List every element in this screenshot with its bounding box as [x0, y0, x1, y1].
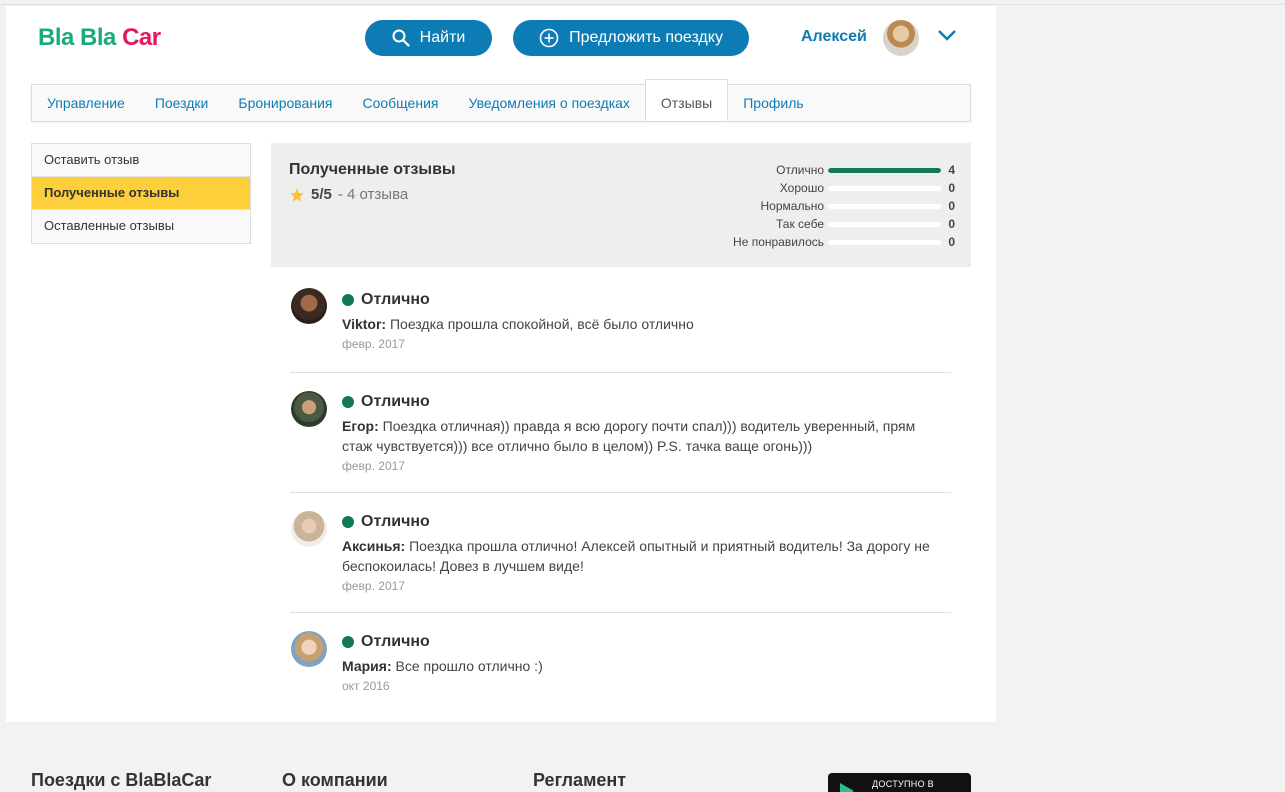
reviewer-avatar[interactable]: [291, 631, 327, 667]
search-icon: [392, 29, 410, 47]
review-date: окт 2016: [342, 679, 390, 693]
reviews-list: Отлично Viktor: Поездка прошла спокойной…: [290, 280, 951, 713]
tab-ride-alerts[interactable]: Уведомления о поездках: [453, 85, 644, 121]
offer-ride-button[interactable]: Предложить поездку: [513, 20, 749, 56]
distribution-count: 0: [948, 217, 955, 231]
rating-dot-icon: [342, 294, 354, 306]
review-author[interactable]: Аксинья:: [342, 538, 405, 554]
review-item: Отлично Viktor: Поездка прошла спокойной…: [290, 280, 951, 373]
offer-ride-label: Предложить поездку: [569, 29, 723, 46]
distribution-label: Отлично: [776, 163, 824, 177]
tab-reviews[interactable]: Отзывы: [644, 79, 729, 121]
distribution-bar: [828, 203, 941, 209]
distribution-count: 0: [948, 199, 955, 213]
star-icon: [290, 187, 304, 202]
sidebar-item-given-reviews[interactable]: Оставленные отзывы: [32, 210, 250, 243]
review-author[interactable]: Viktor:: [342, 316, 386, 332]
footer-heading-rules: Регламент: [533, 770, 627, 790]
review-author[interactable]: Мария:: [342, 658, 392, 674]
distribution-count: 0: [948, 235, 955, 249]
review-count: - 4 отзыва: [337, 186, 409, 203]
tab-profile[interactable]: Профиль: [728, 85, 818, 121]
review-text: Viktor: Поездка прошла спокойной, всё бы…: [342, 316, 694, 332]
review-author[interactable]: Егор:: [342, 418, 379, 434]
distribution-count: 0: [948, 181, 955, 195]
distribution-count: 4: [948, 163, 955, 177]
store-badge-label: ДОСТУПНО В: [872, 779, 934, 789]
distribution-label: Так себе: [776, 217, 824, 231]
review-rating: Отлично: [361, 633, 430, 650]
rating-distribution: Отлично 4 Хорошо 0 Нормально 0 Так себе …: [733, 161, 955, 251]
rating-dot-icon: [342, 516, 354, 528]
tab-messages[interactable]: Сообщения: [347, 85, 453, 121]
play-store-icon: [840, 783, 854, 792]
reviewer-avatar[interactable]: [291, 391, 327, 427]
reviews-sidebar: Оставить отзыв Полученные отзывы Оставле…: [31, 143, 251, 244]
review-date: февр. 2017: [342, 337, 405, 351]
review-text: Мария: Все прошло отлично :): [342, 658, 543, 674]
account-tabs: Управление Поездки Бронирования Сообщени…: [31, 79, 971, 122]
distribution-bar: [828, 185, 941, 191]
sidebar-item-leave-review[interactable]: Оставить отзыв: [32, 144, 250, 177]
rating-dot-icon: [342, 396, 354, 408]
reviewer-avatar[interactable]: [291, 511, 327, 547]
footer-heading-about: О компании: [282, 770, 388, 790]
average-rating: 5/5 - 4 отзыва: [289, 186, 408, 203]
distribution-row: Так себе 0: [733, 215, 955, 233]
reviews-summary: Полученные отзывы 5/5 - 4 отзыва Отлично…: [271, 143, 971, 267]
distribution-row: Нормально 0: [733, 197, 956, 215]
footer-heading-rides: Поездки с BlaBlaCar: [31, 770, 212, 790]
tab-rides[interactable]: Поездки: [140, 85, 224, 121]
distribution-label: Нормально: [760, 199, 825, 213]
search-button[interactable]: Найти: [365, 20, 492, 56]
distribution-row: Хорошо 0: [733, 179, 955, 197]
tab-bookings[interactable]: Бронирования: [223, 85, 347, 121]
review-date: февр. 2017: [342, 579, 405, 593]
distribution-bar: [828, 221, 941, 227]
rating-dot-icon: [342, 636, 354, 648]
review-text: Аксинья: Поездка прошла отлично! Алексей…: [342, 538, 930, 574]
reviewer-avatar[interactable]: [291, 288, 327, 324]
search-button-label: Найти: [419, 29, 466, 46]
distribution-row: Отлично 4: [733, 161, 955, 179]
tab-management[interactable]: Управление: [32, 85, 140, 121]
review-date: февр. 2017: [342, 459, 405, 473]
chevron-down-icon[interactable]: [937, 28, 957, 42]
distribution-fill: [828, 167, 941, 173]
distribution-label: Хорошо: [779, 181, 824, 195]
user-name[interactable]: Алексей: [801, 28, 867, 46]
user-avatar[interactable]: [883, 20, 919, 56]
review-item: Отлично Мария: Все прошло отлично :) окт…: [290, 613, 951, 713]
plus-circle-icon: [539, 28, 559, 48]
page-container: Bla Bla Car Найти Предложить поездку Але…: [6, 6, 996, 722]
distribution-bar: [828, 239, 941, 245]
distribution-label: Не понравилось: [733, 235, 824, 249]
review-rating: Отлично: [361, 291, 430, 308]
review-item: Отлично Егор: Поездка отличная)) правда …: [290, 373, 951, 493]
rating-value: 5/5: [311, 186, 332, 203]
distribution-row: Не понравилось 0: [733, 233, 955, 251]
browser-top-edge: [0, 0, 1285, 5]
review-rating: Отлично: [361, 393, 430, 410]
google-play-badge[interactable]: ДОСТУПНО В: [828, 773, 971, 792]
blablacar-logo[interactable]: Bla Bla Car: [38, 24, 161, 52]
review-rating: Отлично: [361, 513, 430, 530]
summary-title: Полученные отзывы: [289, 161, 456, 178]
distribution-bar: [828, 167, 941, 173]
review-item: Отлично Аксинья: Поездка прошла отлично!…: [290, 493, 951, 613]
review-text: Егор: Поездка отличная)) правда я всю до…: [342, 418, 916, 454]
sidebar-item-received-reviews[interactable]: Полученные отзывы: [32, 177, 250, 210]
